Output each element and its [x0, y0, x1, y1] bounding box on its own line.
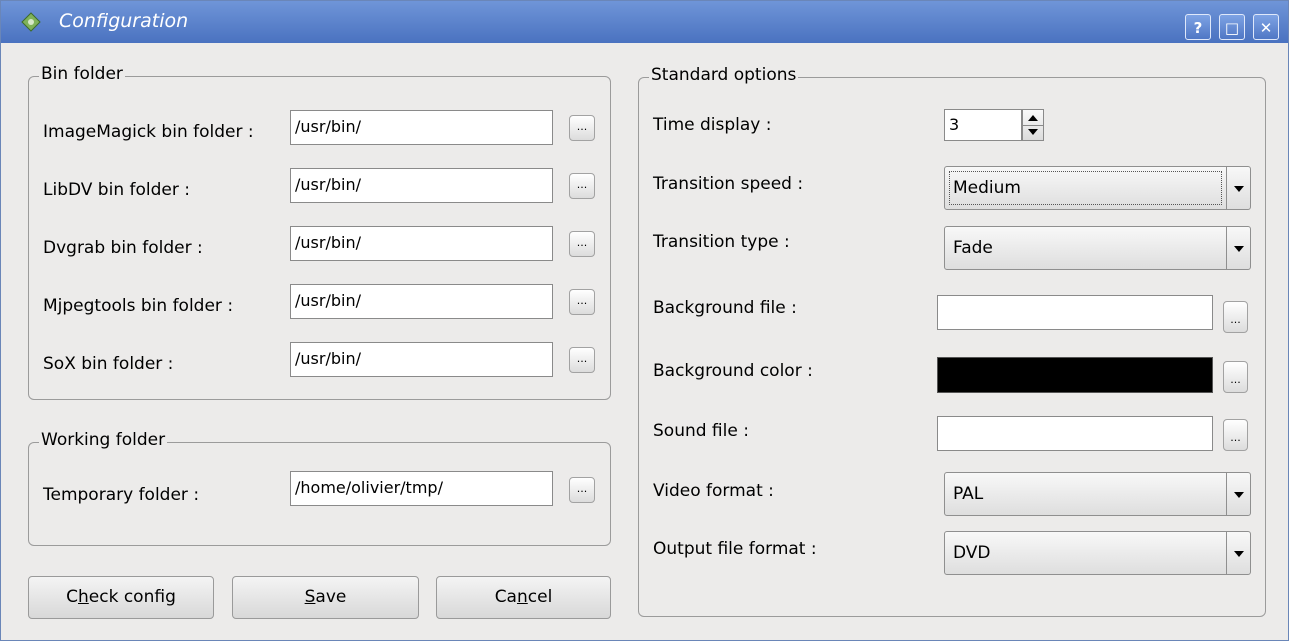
- sox-input[interactable]: /usr/bin/: [290, 342, 553, 377]
- output-file-format-combo[interactable]: DVD: [944, 531, 1251, 575]
- transition-speed-value: Medium: [953, 178, 1021, 198]
- transition-speed-label: Transition speed :: [653, 174, 804, 194]
- background-file-input[interactable]: [937, 295, 1213, 330]
- temporary-folder-label: Temporary folder :: [43, 485, 200, 505]
- cancel-button[interactable]: Cancel: [436, 576, 611, 619]
- transition-type-value: Fade: [953, 238, 993, 258]
- transition-type-label: Transition type :: [653, 232, 790, 252]
- stepper-divider: [1023, 125, 1043, 126]
- help-button[interactable]: ?: [1185, 14, 1211, 40]
- time-display-label: Time display :: [653, 115, 772, 135]
- sound-file-input[interactable]: [937, 416, 1213, 451]
- mjpegtools-label: Mjpegtools bin folder :: [43, 296, 234, 316]
- mjpegtools-browse-button[interactable]: ...: [569, 289, 595, 315]
- chevron-down-icon[interactable]: [1226, 532, 1250, 574]
- dvgrab-input[interactable]: /usr/bin/: [290, 226, 553, 261]
- spin-down-icon[interactable]: [1028, 129, 1038, 135]
- output-file-format-label: Output file format :: [653, 539, 817, 559]
- sox-browse-button[interactable]: ...: [569, 347, 595, 373]
- temporary-folder-input[interactable]: /home/olivier/tmp/: [290, 471, 553, 506]
- background-file-label: Background file :: [653, 298, 797, 318]
- imagemagick-browse-button[interactable]: ...: [569, 115, 595, 141]
- mjpegtools-input[interactable]: /usr/bin/: [290, 284, 553, 319]
- sound-file-browse-button[interactable]: ...: [1223, 419, 1248, 451]
- background-file-browse-button[interactable]: ...: [1223, 301, 1248, 333]
- video-format-label: Video format :: [653, 481, 774, 501]
- video-format-combo[interactable]: PAL: [944, 472, 1251, 516]
- time-display-spinbox[interactable]: 3: [944, 109, 1022, 141]
- standard-options-legend: Standard options: [649, 65, 799, 85]
- maximize-button[interactable]: □: [1219, 14, 1245, 40]
- time-display-stepper[interactable]: [1022, 109, 1044, 141]
- sound-file-label: Sound file :: [653, 421, 749, 441]
- dvgrab-browse-button[interactable]: ...: [569, 231, 595, 257]
- libdv-label: LibDV bin folder :: [43, 180, 190, 200]
- dvgrab-label: Dvgrab bin folder :: [43, 238, 203, 258]
- background-color-browse-button[interactable]: ...: [1223, 361, 1248, 393]
- spin-up-icon[interactable]: [1028, 115, 1038, 121]
- background-color-swatch[interactable]: [937, 357, 1213, 393]
- output-file-format-value: DVD: [953, 543, 991, 563]
- chevron-down-icon[interactable]: [1226, 473, 1250, 515]
- transition-type-combo[interactable]: Fade: [944, 226, 1251, 270]
- background-color-label: Background color :: [653, 361, 813, 381]
- save-button[interactable]: Save: [232, 576, 419, 619]
- check-config-button[interactable]: Check config: [28, 576, 214, 619]
- imagemagick-label: ImageMagick bin folder :: [43, 122, 254, 142]
- chevron-down-icon[interactable]: [1226, 167, 1250, 209]
- title-bar[interactable]: Configuration ? □ ✕: [1, 1, 1288, 43]
- sox-label: SoX bin folder :: [43, 354, 174, 374]
- app-icon: [21, 12, 41, 32]
- transition-speed-combo[interactable]: Medium: [944, 166, 1251, 210]
- temporary-folder-browse-button[interactable]: ...: [569, 477, 595, 503]
- chevron-down-icon[interactable]: [1226, 227, 1250, 269]
- window-title: Configuration: [59, 10, 189, 32]
- libdv-input[interactable]: /usr/bin/: [290, 168, 553, 203]
- video-format-value: PAL: [953, 484, 984, 504]
- working-folder-legend: Working folder: [39, 430, 168, 450]
- bin-folder-legend: Bin folder: [39, 64, 125, 84]
- imagemagick-input[interactable]: /usr/bin/: [290, 110, 553, 145]
- close-button[interactable]: ✕: [1253, 14, 1279, 40]
- configuration-window: Configuration ? □ ✕ Bin folder ImageMagi…: [0, 0, 1289, 641]
- libdv-browse-button[interactable]: ...: [569, 173, 595, 199]
